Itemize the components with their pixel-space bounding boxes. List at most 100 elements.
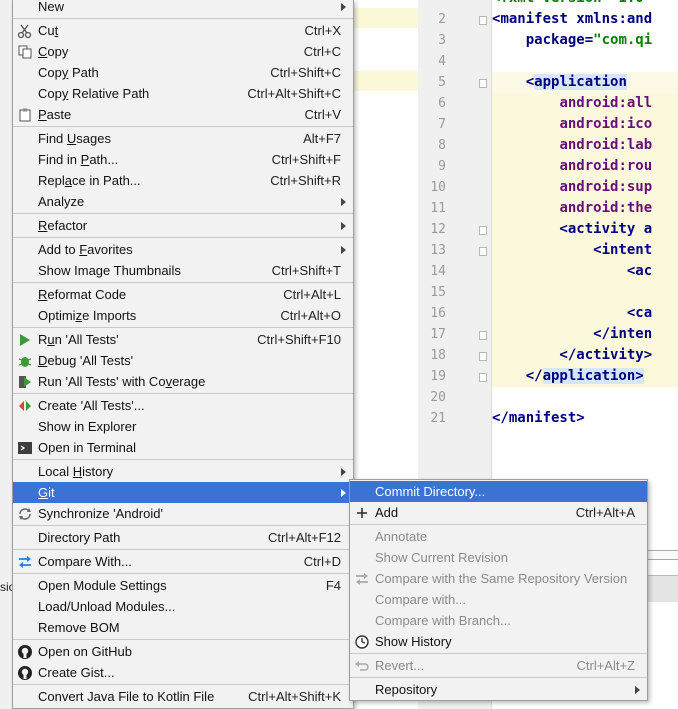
menu-item-optimize-imports[interactable]: Optimize Imports Ctrl+Alt+O: [13, 305, 353, 326]
fold-marker-icon[interactable]: [479, 331, 487, 340]
terminal-icon: [17, 440, 33, 456]
menu-item-label: Create Gist...: [38, 665, 115, 680]
menu-item-run-with-coverage[interactable]: Run 'All Tests' with Coverage: [13, 371, 353, 392]
run-icon: [17, 332, 33, 348]
line-number: 5: [438, 75, 446, 90]
menu-item-copy-relative-path[interactable]: Copy Relative Path Ctrl+Alt+Shift+C: [13, 83, 353, 104]
menu-item-find-in-path[interactable]: Find in Path... Ctrl+Shift+F: [13, 149, 353, 170]
menu-item-label: Find Usages: [38, 131, 111, 146]
menu-item-cut[interactable]: Cut Ctrl+X: [13, 20, 353, 41]
code-line: </manifest>: [492, 410, 585, 426]
code-line: </inten: [492, 326, 653, 342]
scissors-icon: [17, 23, 33, 39]
menu-item-show-history[interactable]: Show History: [350, 631, 647, 652]
menu-item-replace-in-path[interactable]: Replace in Path... Ctrl+Shift+R: [13, 170, 353, 191]
menu-item-copy[interactable]: Copy Ctrl+C: [13, 41, 353, 62]
code-line: android:ico: [559, 116, 653, 132]
menu-item-label: Show History: [375, 634, 452, 649]
menu-item-show-in-explorer[interactable]: Show in Explorer: [13, 416, 353, 437]
menu-item-revert[interactable]: Revert... Ctrl+Alt+Z: [350, 655, 647, 676]
menu-item-label: Show Image Thumbnails: [38, 263, 181, 278]
menu-item-open-in-terminal[interactable]: Open in Terminal: [13, 437, 353, 458]
menu-item-debug-all-tests[interactable]: Debug 'All Tests': [13, 350, 353, 371]
menu-item-load-unload-modules[interactable]: Load/Unload Modules...: [13, 596, 353, 617]
menu-item-label: Add to Favorites: [38, 242, 133, 257]
fold-marker-icon[interactable]: [479, 373, 487, 382]
menu-item-synchronize[interactable]: Synchronize 'Android': [13, 503, 353, 524]
menu-item-create-gist[interactable]: Create Gist...: [13, 662, 353, 683]
menu-item-label: Optimize Imports: [38, 308, 137, 323]
copy-icon: [17, 44, 33, 60]
menu-item-label: New: [38, 0, 65, 14]
menu-item-label: Local History: [38, 464, 114, 479]
code-line: <ca: [492, 305, 653, 321]
line-number: 20: [430, 390, 446, 405]
line-number: 6: [438, 96, 446, 111]
menu-item-commit-directory[interactable]: Commit Directory...: [350, 481, 647, 502]
fold-marker-icon[interactable]: [479, 226, 487, 235]
menu-item-label: Revert...: [375, 658, 425, 673]
menu-item-remove-bom[interactable]: Remove BOM: [13, 617, 353, 638]
menu-item-add[interactable]: Add Ctrl+Alt+A: [350, 502, 647, 523]
menu-item-label: Compare with the Same Repository Version: [375, 571, 628, 586]
line-number: 9: [438, 159, 446, 174]
shortcut-label: F4: [325, 578, 341, 593]
menu-item-copy-path[interactable]: Copy Path Ctrl+Shift+C: [13, 62, 353, 83]
menu-item-show-current-revision[interactable]: Show Current Revision: [350, 547, 647, 568]
code-line: android:lab: [559, 137, 653, 153]
line-number: 12: [430, 222, 446, 237]
fold-marker-icon[interactable]: [479, 79, 487, 88]
menu-separator: [13, 573, 353, 574]
menu-item-analyze[interactable]: Analyze: [13, 191, 353, 212]
menu-item-create-all-tests[interactable]: Create 'All Tests'...: [13, 395, 353, 416]
line-number: 4: [438, 54, 446, 69]
menu-item-compare-with[interactable]: Compare with...: [350, 589, 647, 610]
menu-separator: [13, 18, 353, 19]
menu-item-show-image-thumbnails[interactable]: Show Image Thumbnails Ctrl+Shift+T: [13, 260, 353, 281]
line-number: 21: [430, 411, 446, 426]
shortcut-label: Ctrl+Alt+Shift+C: [247, 86, 341, 101]
menu-item-add-to-favorites[interactable]: Add to Favorites: [13, 239, 353, 260]
menu-separator: [13, 327, 353, 328]
fold-marker-icon[interactable]: [479, 352, 487, 361]
menu-item-compare-with[interactable]: Compare With... Ctrl+D: [13, 551, 353, 572]
submenu-arrow-icon: [341, 198, 346, 206]
menu-separator: [13, 237, 353, 238]
menu-item-repository[interactable]: Repository: [350, 679, 647, 700]
menu-item-refactor[interactable]: Refactor: [13, 215, 353, 236]
menu-item-label: Debug 'All Tests': [38, 353, 134, 368]
menu-item-open-module-settings[interactable]: Open Module Settings F4: [13, 575, 353, 596]
menu-item-annotate[interactable]: Annotate: [350, 526, 647, 547]
menu-item-git[interactable]: Git: [13, 482, 353, 503]
menu-separator: [13, 213, 353, 214]
menu-item-find-usages[interactable]: Find Usages Alt+F7: [13, 128, 353, 149]
submenu-arrow-icon: [341, 3, 346, 11]
menu-item-directory-path[interactable]: Directory Path Ctrl+Alt+F12: [13, 527, 353, 548]
menu-item-paste[interactable]: Paste Ctrl+V: [13, 104, 353, 125]
shortcut-label: Ctrl+Alt+L: [283, 287, 341, 302]
menu-item-run-all-tests[interactable]: Run 'All Tests' Ctrl+Shift+F10: [13, 329, 353, 350]
menu-item-compare-with-branch[interactable]: Compare with Branch...: [350, 610, 647, 631]
line-number: 15: [430, 285, 446, 300]
menu-separator: [13, 525, 353, 526]
menu-item-label: Show Current Revision: [375, 550, 508, 565]
menu-item-open-on-github[interactable]: Open on GitHub: [13, 641, 353, 662]
menu-item-convert-to-kotlin[interactable]: Convert Java File to Kotlin File Ctrl+Al…: [13, 686, 353, 707]
menu-item-reformat-code[interactable]: Reformat Code Ctrl+Alt+L: [13, 284, 353, 305]
tool-window-bar: [648, 550, 678, 560]
shortcut-label: Ctrl+X: [304, 23, 341, 38]
create-config-icon: [17, 398, 33, 414]
shortcut-label: Ctrl+Alt+F12: [268, 530, 341, 545]
menu-item-compare-same-repo-version[interactable]: Compare with the Same Repository Version: [350, 568, 647, 589]
plus-icon: [354, 505, 370, 521]
line-number: 2: [438, 12, 446, 27]
fold-marker-icon[interactable]: [479, 16, 487, 25]
menu-item-label: Open on GitHub: [38, 644, 132, 659]
code-line: android:the: [559, 200, 653, 216]
menu-item-label: Load/Unload Modules...: [38, 599, 176, 614]
menu-item-label: Annotate: [375, 529, 428, 544]
menu-separator: [13, 282, 353, 283]
fold-marker-icon[interactable]: [479, 247, 487, 256]
menu-item-new[interactable]: New: [13, 0, 353, 17]
menu-item-local-history[interactable]: Local History: [13, 461, 353, 482]
